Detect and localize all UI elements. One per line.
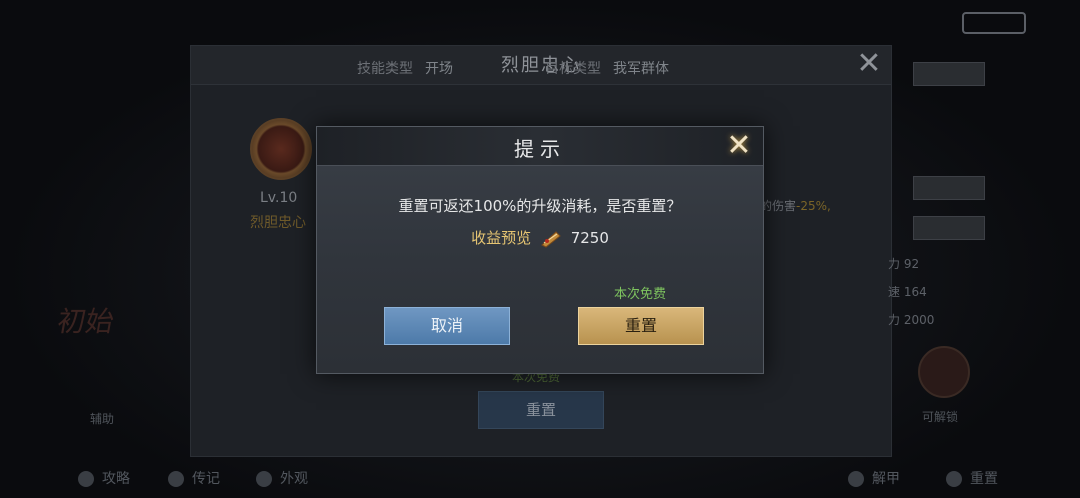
- bottom-item-label: 外观: [280, 471, 308, 487]
- reward-label: 收益预览: [471, 229, 532, 247]
- right-panel-button-3[interactable]: [913, 216, 985, 240]
- bottom-item-label: 解甲: [872, 471, 900, 487]
- damage-label: 的伤害: [760, 199, 797, 213]
- target-type-label: 目标类型: [545, 61, 601, 77]
- target-type: 目标类型 我军群体: [545, 58, 669, 78]
- right-stat-1: 力 92: [888, 257, 920, 271]
- bottom-item-disarm[interactable]: 解甲: [848, 468, 900, 488]
- scroll-icon: [540, 230, 562, 248]
- close-icon[interactable]: ✕: [723, 130, 755, 162]
- right-panel-button-1[interactable]: [913, 62, 985, 86]
- bottom-item-biography[interactable]: 传记: [168, 468, 220, 488]
- cancel-button[interactable]: 取消: [384, 307, 510, 345]
- skill-name: 烈胆忠心: [250, 215, 306, 231]
- right-panel-button-2[interactable]: [913, 176, 985, 200]
- skill-damage-text: 的伤害-25%,: [760, 197, 831, 214]
- bottom-item-label: 传记: [192, 471, 220, 487]
- bottom-item-reset[interactable]: 重置: [946, 468, 998, 488]
- reset-button[interactable]: 重置: [578, 307, 704, 345]
- right-stat-2: 速 164: [888, 285, 927, 299]
- skill-window-header: 烈胆忠心 ✕: [191, 46, 891, 85]
- confirm-dialog: 提示 ✕ 重置可返还100%的升级消耗，是否重置？ 收益预览 7250 本次免费…: [316, 126, 764, 374]
- damage-value: -25%,: [796, 199, 831, 213]
- skill-type-value: 开场: [425, 61, 453, 77]
- disarm-icon: [848, 471, 864, 487]
- bottom-item-label: 攻略: [102, 471, 130, 487]
- skill-window-title: 烈胆忠心: [501, 55, 581, 76]
- bottom-item-appearance[interactable]: 外观: [256, 468, 308, 488]
- right-stat-3: 力 2000: [888, 313, 935, 327]
- strategy-icon: [78, 471, 94, 487]
- left-small-label: 辅助: [90, 412, 115, 426]
- reward-preview: 收益预览 7250: [317, 227, 763, 248]
- reset-icon: [946, 471, 962, 487]
- free-label: 本次免费: [614, 287, 667, 302]
- skill-type: 技能类型 开场: [357, 58, 453, 78]
- unlock-badge-icon[interactable]: [918, 346, 970, 398]
- dialog-title: 提示: [514, 137, 566, 161]
- unlock-badge-label: 可解锁: [922, 410, 959, 424]
- skill-level: Lv.10: [260, 190, 298, 206]
- skill-window-close-icon[interactable]: ✕: [853, 49, 885, 81]
- left-calligraphy-logo: 初始: [54, 305, 117, 338]
- bg-reset-button[interactable]: 重置: [478, 391, 604, 429]
- dialog-message: 重置可返还100%的升级消耗，是否重置？: [398, 197, 682, 215]
- skill-emblem-icon: [250, 118, 312, 180]
- skill-type-label: 技能类型: [357, 61, 413, 77]
- biography-icon: [168, 471, 184, 487]
- bottom-item-strategy[interactable]: 攻略: [78, 468, 130, 488]
- appearance-icon: [256, 471, 272, 487]
- dialog-header: 提示 ✕: [317, 127, 763, 166]
- back-arrow-icon[interactable]: [962, 12, 1026, 34]
- target-type-value: 我军群体: [613, 61, 669, 77]
- bottom-item-label: 重置: [970, 471, 998, 487]
- reward-amount: 7250: [570, 229, 609, 247]
